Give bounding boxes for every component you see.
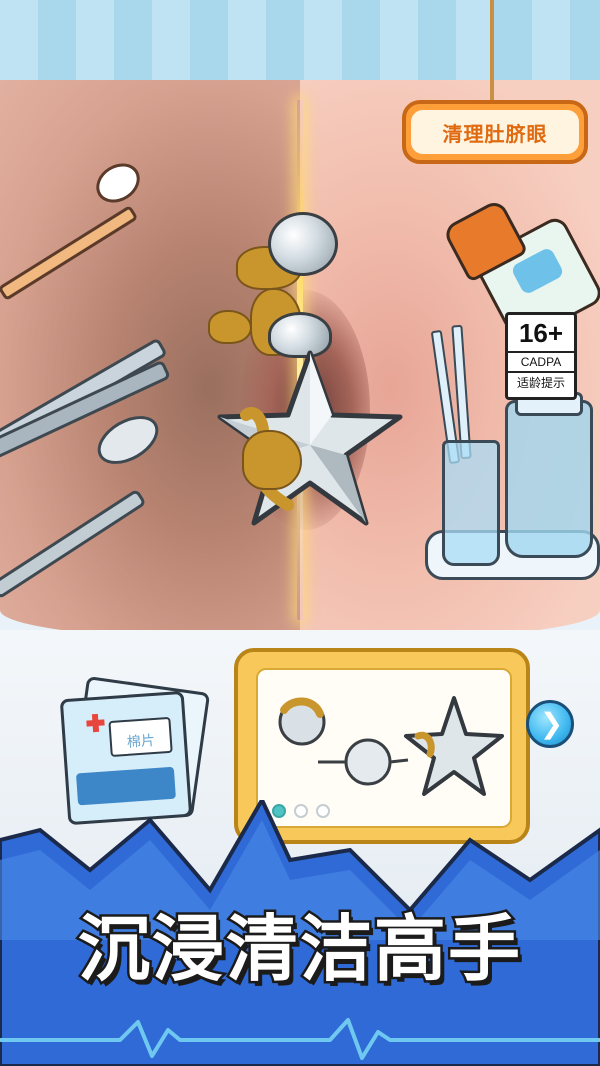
chevron-right-icon: ❯ (539, 707, 564, 740)
piercing-ball-top[interactable] (268, 212, 338, 276)
medical-cross-icon (86, 713, 105, 732)
age-rating-org: CADPA (508, 351, 574, 373)
heartbeat-line (0, 1018, 600, 1060)
liquid-jar[interactable] (505, 400, 593, 558)
age-rating-hint: 适龄提示 (516, 376, 565, 390)
dirt-clump[interactable] (242, 430, 302, 490)
star-piercing[interactable] (210, 345, 410, 535)
slogan-text: 沉浸清洁高手 (75, 904, 522, 993)
dirt-clump[interactable] (208, 310, 252, 344)
level-title-sign: 清理肚脐眼 (402, 100, 588, 164)
next-button[interactable]: ❯ (526, 700, 574, 748)
slogan-banner: 沉浸清洁高手 (0, 882, 600, 1002)
age-rating-badge: 16+ CADPA 适龄提示 (505, 312, 577, 400)
age-rating-number: 16+ (518, 318, 564, 348)
small-cup[interactable] (442, 440, 500, 566)
packet-label: 棉片 (108, 716, 173, 758)
level-title: 清理肚脐眼 (411, 110, 579, 154)
sign-rope (490, 0, 494, 105)
